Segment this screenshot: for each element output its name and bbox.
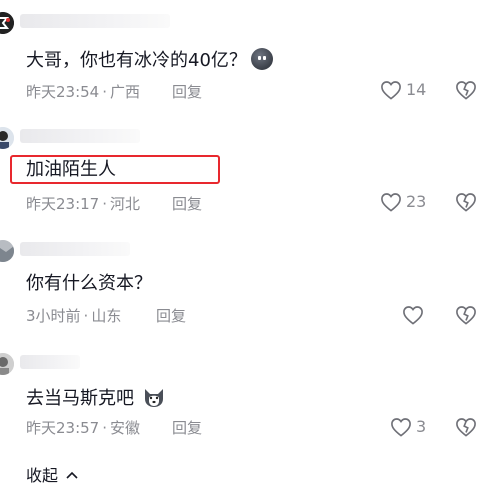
comment-text[interactable]: 加油陌生人 [26,158,116,182]
like-button[interactable]: 3 [390,417,426,437]
avatar[interactable] [0,240,14,262]
avatar[interactable] [0,127,14,149]
comment-location: 山东 [91,307,122,325]
broken-heart-icon [456,306,476,325]
dislike-button[interactable] [455,192,477,216]
heart-outline-icon [381,81,401,100]
husky-emoji-icon [144,389,163,407]
comment-text[interactable]: 大哥，你也有冰冷的40亿？ [26,48,273,73]
reply-button[interactable]: 回复 [172,418,202,438]
moon-face-emoji-icon [250,48,273,70]
broken-heart-icon [456,418,476,437]
dislike-button[interactable] [455,80,477,104]
dislike-button[interactable] [455,305,477,329]
comment-text[interactable]: 去当马斯克吧 [26,385,166,411]
comment-meta: 昨天23:57 · 安徽 [26,418,140,438]
like-count: 23 [406,192,427,211]
like-button[interactable]: 14 [380,80,426,100]
broken-heart-icon [456,81,476,100]
chevron-up-icon [66,471,78,479]
comment-location: 安徽 [110,419,141,437]
heart-outline-icon [403,306,423,325]
comment-time: 昨天23:54 [26,83,100,101]
comment-meta: 3小时前 · 山东 [26,306,121,326]
avatar[interactable] [0,353,14,375]
comment-text-content: 去当马斯克吧 [26,388,134,409]
heart-outline-icon [381,193,401,212]
avatar[interactable] [0,12,14,34]
comment-meta: 昨天23:54 · 广西 [26,82,140,102]
reply-button[interactable]: 回复 [156,306,186,326]
username[interactable] [20,14,170,28]
collapse-button[interactable]: 收起 [26,462,78,486]
separator: · [102,419,108,437]
comment-location: 广西 [110,83,141,101]
like-count: 3 [416,417,427,436]
comment-time: 昨天23:57 [26,419,100,437]
comment-text[interactable]: 你有什么资本？ [26,272,152,296]
reply-button[interactable]: 回复 [172,82,202,102]
username[interactable] [20,242,130,256]
like-button[interactable]: 23 [380,192,426,212]
reply-button[interactable]: 回复 [172,194,202,214]
comment-meta: 昨天23:17 · 河北 [26,194,140,214]
separator: · [83,307,89,325]
like-count: 14 [406,80,427,99]
separator: · [102,195,108,213]
comment-text-content: 大哥，你也有冰冷的40亿？ [26,50,247,71]
broken-heart-icon [456,193,476,212]
username[interactable] [20,355,80,369]
separator: · [102,83,108,101]
comment-time: 3小时前 [26,307,81,325]
like-button[interactable] [402,305,428,325]
username[interactable] [20,129,140,143]
comment-location: 河北 [110,195,141,213]
heart-outline-icon [391,418,411,437]
comment-time: 昨天23:17 [26,195,100,213]
dislike-button[interactable] [455,417,477,441]
